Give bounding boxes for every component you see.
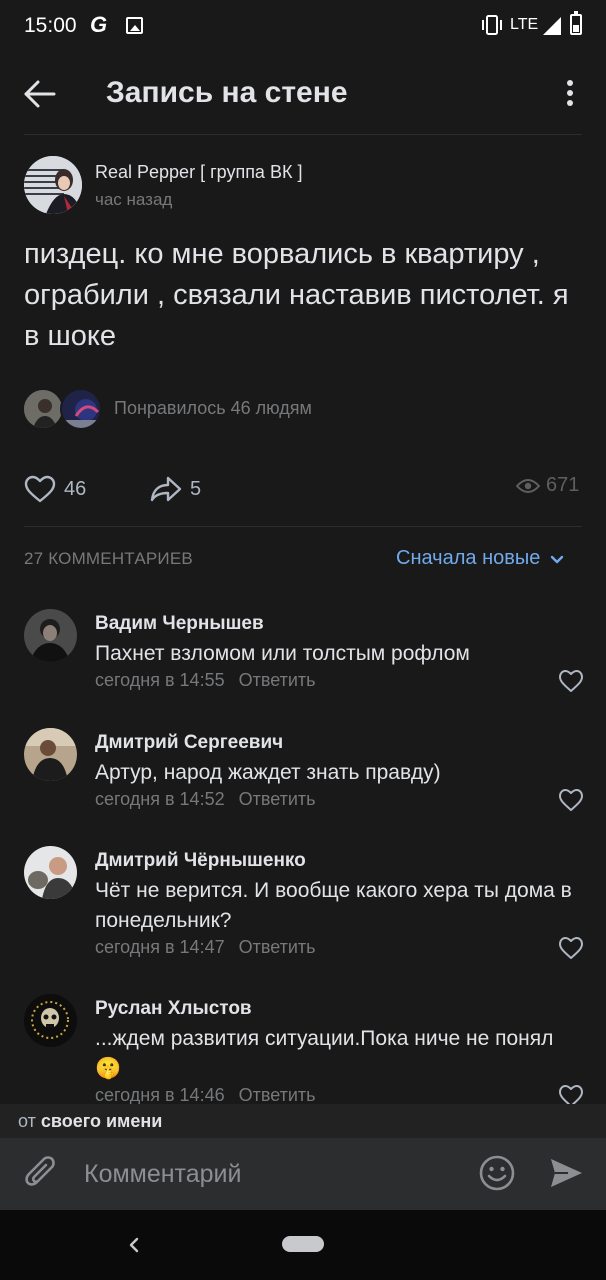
reply-button[interactable]: Ответить	[239, 937, 316, 957]
comment-text: Артур, народ жаждет знать правду)	[95, 761, 441, 784]
post-as-prefix: от	[18, 1111, 36, 1131]
comment-text: ...ждем развития ситуации.Пока ниче не п…	[95, 1024, 585, 1084]
comment-text: Пахнет взломом или толстым рофлом	[95, 642, 470, 665]
network-type: LTE	[510, 16, 539, 33]
like-button[interactable]: 46	[24, 472, 86, 506]
image-notification-icon	[126, 17, 143, 34]
comment-time: сегодня в 14:47	[95, 937, 225, 957]
comment-input[interactable]	[84, 1152, 464, 1196]
reply-button[interactable]: Ответить	[239, 1085, 316, 1104]
heart-icon	[24, 475, 56, 503]
commenter-avatar[interactable]	[24, 609, 77, 662]
commenter-name[interactable]: Дмитрий Сергеевич	[95, 732, 283, 754]
vibrate-icon	[482, 15, 502, 35]
share-icon	[150, 476, 182, 502]
view-count: 671	[546, 474, 580, 496]
battery-icon	[570, 11, 582, 35]
eye-icon	[516, 478, 540, 493]
app-notification-icon: G	[90, 12, 108, 37]
post-as-name: своего имени	[40, 1111, 163, 1131]
chevron-down-icon	[551, 555, 564, 563]
comment-item: Дмитрий Сергеевич Артур, народ жаждет зн…	[0, 728, 606, 828]
comment-item: Дмитрий Чёрнышенко Чёт не верится. И воо…	[0, 846, 606, 976]
post-time: час назад	[95, 190, 173, 209]
header-divider	[24, 134, 582, 135]
commenter-avatar[interactable]	[24, 994, 77, 1047]
comment-meta: сегодня в 14:52 Ответить	[95, 789, 316, 810]
heart-icon[interactable]	[558, 1084, 584, 1104]
commenter-avatar[interactable]	[24, 846, 77, 899]
comment-composer	[0, 1138, 606, 1210]
comment-text-body: ...ждем развития ситуации.Пока ниче не п…	[95, 1027, 554, 1050]
back-arrow-icon[interactable]	[22, 78, 58, 110]
share-count: 5	[190, 477, 202, 500]
comment-meta: сегодня в 14:55 Ответить	[95, 670, 316, 691]
author-name[interactable]: Real Pepper [ группа ВК ]	[95, 162, 302, 183]
share-button[interactable]: 5	[150, 472, 201, 506]
reply-button[interactable]: Ответить	[239, 789, 316, 809]
comment-item: Руслан Хлыстов ...ждем развития ситуации…	[0, 994, 606, 1104]
author-avatar[interactable]	[24, 156, 82, 214]
comment-text: Чёт не верится. И вообще какого хера ты …	[95, 879, 572, 932]
paperclip-icon[interactable]	[24, 1155, 60, 1193]
comment-time: сегодня в 14:52	[95, 789, 225, 809]
send-icon[interactable]	[548, 1156, 584, 1190]
post-as-selector[interactable]: от своего имени	[0, 1104, 606, 1138]
liker-avatar[interactable]	[60, 388, 102, 430]
sort-label: Сначала новые	[396, 547, 541, 569]
nav-home-pill[interactable]	[282, 1236, 324, 1252]
commenter-avatar[interactable]	[24, 728, 77, 781]
comment-time: сегодня в 14:55	[95, 670, 225, 690]
comment-item: Вадим Чернышев Пахнет взломом или толсты…	[0, 609, 606, 709]
commenter-name[interactable]: Вадим Чернышев	[95, 613, 264, 635]
nav-back-icon[interactable]	[124, 1232, 144, 1258]
signal-icon	[543, 17, 561, 35]
post-as-label: от своего имени	[18, 1111, 162, 1132]
status-bar: 15:00 G LTE	[0, 0, 606, 52]
liker-avatar[interactable]	[22, 388, 64, 430]
sort-comments-button[interactable]: Сначала новые	[396, 547, 570, 570]
comment-meta: сегодня в 14:47 Ответить	[95, 937, 316, 958]
system-navigation-bar	[0, 1210, 606, 1280]
views-counter: 671	[516, 474, 579, 497]
comment-meta: сегодня в 14:46 Ответить	[95, 1085, 316, 1104]
like-count: 46	[64, 477, 87, 500]
actions-divider	[24, 526, 582, 527]
page-title: Запись на стене	[106, 76, 348, 109]
comment-time: сегодня в 14:46	[95, 1085, 225, 1104]
smile-icon[interactable]	[478, 1154, 516, 1192]
shush-emoji: 🤫	[95, 1057, 122, 1080]
more-vertical-icon[interactable]	[562, 80, 580, 110]
heart-icon[interactable]	[558, 788, 584, 812]
reply-button[interactable]: Ответить	[239, 670, 316, 690]
commenter-name[interactable]: Дмитрий Чёрнышенко	[95, 850, 306, 872]
top-header: Запись на стене	[0, 52, 606, 136]
commenter-name[interactable]: Руслан Хлыстов	[95, 998, 252, 1020]
post-text: пиздец. ко мне ворвались в квартиру , ог…	[24, 238, 569, 352]
heart-icon[interactable]	[558, 936, 584, 960]
status-time: 15:00	[24, 14, 77, 37]
heart-icon[interactable]	[558, 669, 584, 693]
likes-summary[interactable]: Понравилось 46 людям	[114, 398, 312, 419]
comments-count: 27 КОММЕНТАРИЕВ	[24, 549, 193, 568]
